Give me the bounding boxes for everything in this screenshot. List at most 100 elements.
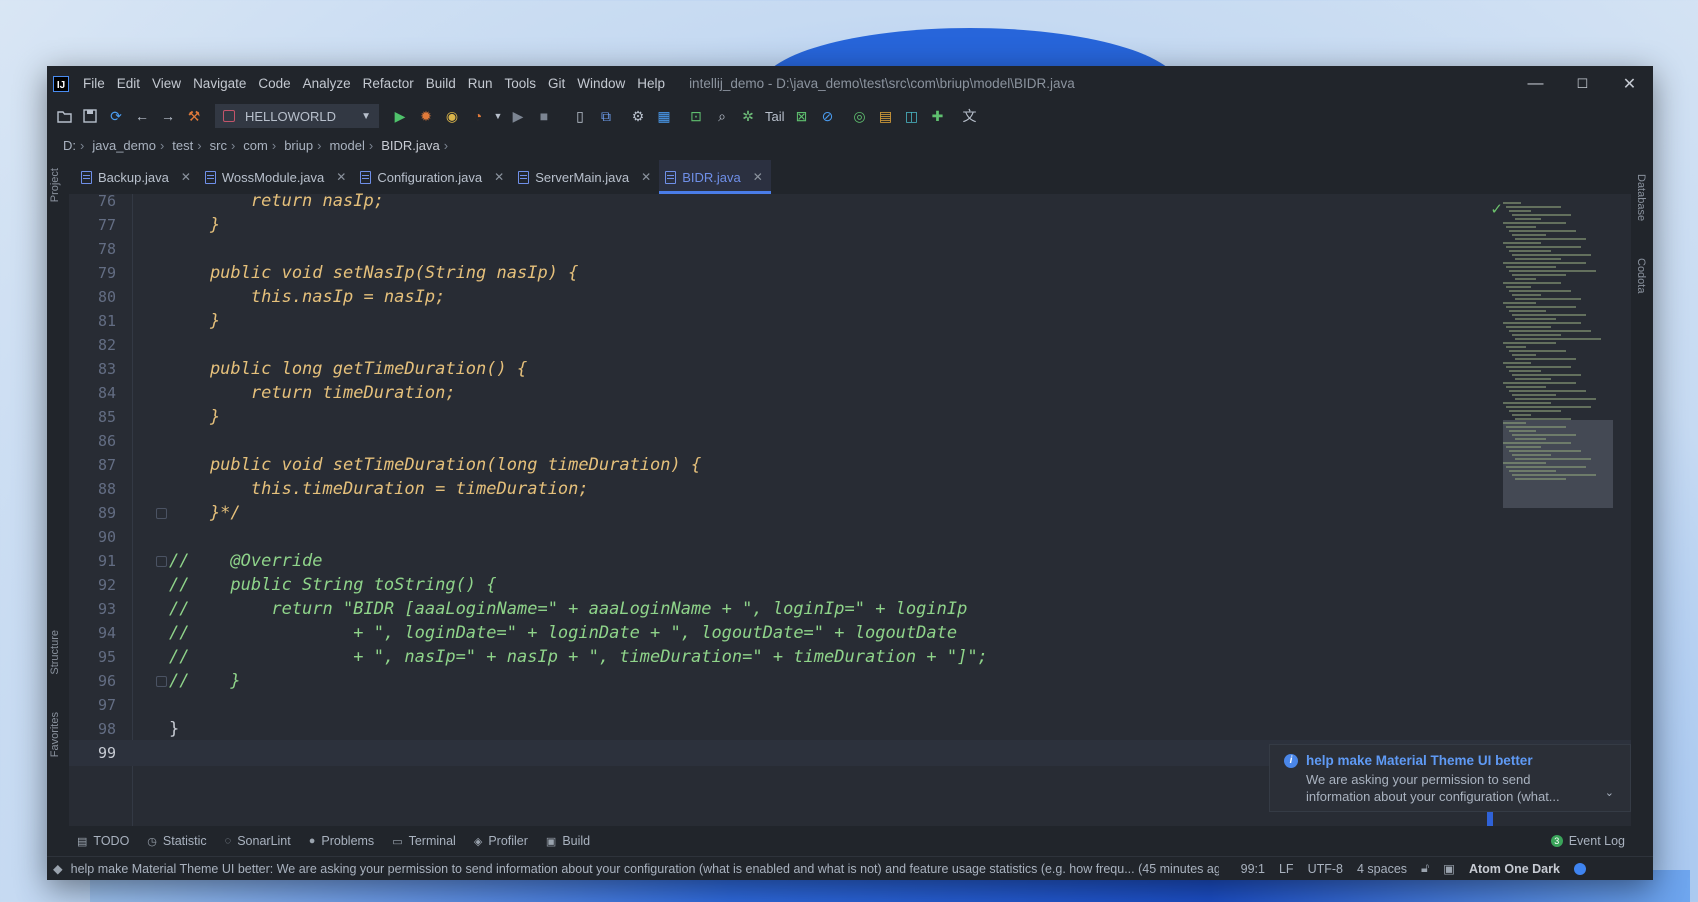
database-panel-toggle[interactable]: Database	[1635, 174, 1647, 221]
device-icon[interactable]: ▯	[569, 105, 591, 127]
theme-name[interactable]: Atom One Dark	[1469, 862, 1560, 876]
caret-position[interactable]: 99:1	[1241, 862, 1265, 876]
code-line[interactable]: 87 public void setTimeDuration(long time…	[69, 452, 1631, 478]
menu-build[interactable]: Build	[420, 76, 462, 91]
close-icon[interactable]: ✕	[181, 170, 191, 184]
breadcrumb-item[interactable]: test	[172, 138, 193, 153]
profile-icon[interactable]: ◔	[467, 105, 489, 127]
stop-icon[interactable]: ■	[533, 105, 555, 127]
run-config-select[interactable]: HELLOWORLD ▼	[215, 104, 379, 128]
terminal-icon[interactable]: ⊡	[685, 105, 707, 127]
tool-window-build[interactable]: ▣ Build	[546, 834, 590, 848]
menu-file[interactable]: File	[77, 76, 111, 91]
breadcrumb-item[interactable]: briup	[284, 138, 313, 153]
code-line[interactable]: 93 // return "BIDR [aaaLoginName=" + aaaL…	[69, 596, 1631, 622]
coverage-icon[interactable]: ◉	[441, 105, 463, 127]
plugin-icon[interactable]: ✲	[737, 105, 759, 127]
code-line[interactable]: 83 public long getTimeDuration() {	[69, 356, 1631, 382]
code-line[interactable]: 90	[69, 524, 1631, 550]
close-window-button[interactable]: ✕	[1606, 66, 1653, 101]
code-line[interactable]: 85 }	[69, 404, 1631, 430]
code-line[interactable]: 95 // + ", nasIp=" + nasIp + ", timeDurat…	[69, 644, 1631, 670]
run-dropdown-icon[interactable]: ▼	[493, 105, 503, 127]
open-folder-icon[interactable]	[53, 105, 75, 127]
target-icon[interactable]: ◎	[849, 105, 871, 127]
codota-panel-toggle[interactable]: Codota	[1635, 258, 1647, 293]
breadcrumb-item[interactable]: model	[329, 138, 364, 153]
chevron-down-icon[interactable]: ⌄	[1605, 786, 1614, 799]
code-line[interactable]: 81 }	[69, 308, 1631, 334]
run-again-icon[interactable]: ▶	[507, 105, 529, 127]
code-line[interactable]: 97	[69, 692, 1631, 718]
save-icon[interactable]	[79, 105, 101, 127]
block-icon[interactable]: ⊘	[817, 105, 839, 127]
menu-git[interactable]: Git	[542, 76, 571, 91]
structure-icon[interactable]: ▦	[653, 105, 675, 127]
menu-refactor[interactable]: Refactor	[357, 76, 420, 91]
code-line[interactable]: 84 return timeDuration;	[69, 380, 1631, 406]
line-separator[interactable]: LF	[1279, 862, 1294, 876]
code-line[interactable]: 82	[69, 332, 1631, 358]
forward-icon[interactable]: →	[157, 105, 179, 127]
menu-navigate[interactable]: Navigate	[187, 76, 252, 91]
indent-setting[interactable]: 4 spaces	[1357, 862, 1407, 876]
breadcrumb-item[interactable]: java_demo	[92, 138, 156, 153]
close-icon[interactable]: ✕	[753, 170, 763, 184]
project-panel-toggle[interactable]: Project	[49, 168, 61, 202]
device-manager-icon[interactable]: ⧉	[595, 105, 617, 127]
menu-view[interactable]: View	[146, 76, 187, 91]
debug-icon[interactable]: ✹	[415, 105, 437, 127]
tool-window-profiler[interactable]: ◈ Profiler	[474, 834, 528, 848]
code-line[interactable]: 86	[69, 428, 1631, 454]
close-icon[interactable]: ✕	[336, 170, 346, 184]
search-icon[interactable]: ⌕	[711, 105, 733, 127]
tail-button[interactable]: Tail	[763, 109, 787, 124]
code-line[interactable]: 91 // @Override	[69, 548, 1631, 574]
menu-analyze[interactable]: Analyze	[297, 76, 357, 91]
code-line[interactable]: 76 return nasIp;	[69, 188, 1631, 214]
menu-help[interactable]: Help	[631, 76, 671, 91]
settings-icon[interactable]: ⚙	[627, 105, 649, 127]
code-line[interactable]: 80 this.nasIp = nasIp;	[69, 284, 1631, 310]
puzzle-icon[interactable]: ✚	[927, 105, 949, 127]
lock-icon[interactable]: 🔓︎	[1421, 861, 1429, 876]
fold-marker-icon[interactable]	[156, 555, 167, 567]
fold-marker-icon[interactable]	[156, 507, 167, 519]
breadcrumb-item[interactable]: src	[210, 138, 227, 153]
code-line[interactable]: 96 // }	[69, 668, 1631, 694]
event-log-button[interactable]: 3 Event Log	[1550, 834, 1625, 848]
code-line[interactable]: 79 public void setNasIp(String nasIp) {	[69, 260, 1631, 286]
minimize-button[interactable]: —	[1512, 66, 1559, 101]
run-icon[interactable]: ▶	[389, 105, 411, 127]
tool-window-sonarlint[interactable]: ◌ SonarLint	[225, 834, 291, 848]
favorites-panel-toggle[interactable]: Favorites	[49, 712, 61, 757]
tool-window-terminal[interactable]: ▭ Terminal	[392, 834, 456, 848]
code-line[interactable]: 78	[69, 236, 1631, 262]
back-icon[interactable]: ←	[131, 105, 153, 127]
build-hammer-icon[interactable]: ⚒	[183, 105, 205, 127]
code-line[interactable]: 94 // + ", loginDate=" + loginDate + ", l…	[69, 620, 1631, 646]
code-line[interactable]: 77 }	[69, 212, 1631, 238]
code-view[interactable]: 76 return nasIp; 77 } 78 79 public void set…	[69, 191, 1631, 826]
code-line[interactable]: 98}	[69, 716, 1631, 742]
menu-run[interactable]: Run	[462, 76, 499, 91]
close-icon[interactable]: ✕	[494, 170, 504, 184]
notification-balloon[interactable]: i help make Material Theme UI better We …	[1269, 744, 1631, 812]
menu-code[interactable]: Code	[252, 76, 296, 91]
close-icon[interactable]: ✕	[641, 170, 651, 184]
notification-title[interactable]: help make Material Theme UI better	[1306, 753, 1533, 768]
fold-marker-icon[interactable]	[156, 675, 167, 687]
code-line[interactable]: 89 }*/	[69, 500, 1631, 526]
tool-window-todo[interactable]: ▤ TODO	[77, 834, 129, 848]
menu-edit[interactable]: Edit	[111, 76, 146, 91]
tool-window-problems[interactable]: ● Problems	[309, 834, 374, 848]
breadcrumb-item[interactable]: D:	[63, 138, 76, 153]
structure-panel-toggle[interactable]: Structure	[49, 630, 61, 675]
tool-window-statistic[interactable]: ◷ Statistic	[147, 834, 206, 848]
layout-icon[interactable]: ▤	[875, 105, 897, 127]
breadcrumb-item[interactable]: com	[243, 138, 268, 153]
menu-tools[interactable]: Tools	[499, 76, 543, 91]
breadcrumb-item[interactable]: BIDR.java	[381, 138, 440, 153]
split-icon[interactable]: ◫	[901, 105, 923, 127]
code-line[interactable]: 92 // public String toString() {	[69, 572, 1631, 598]
